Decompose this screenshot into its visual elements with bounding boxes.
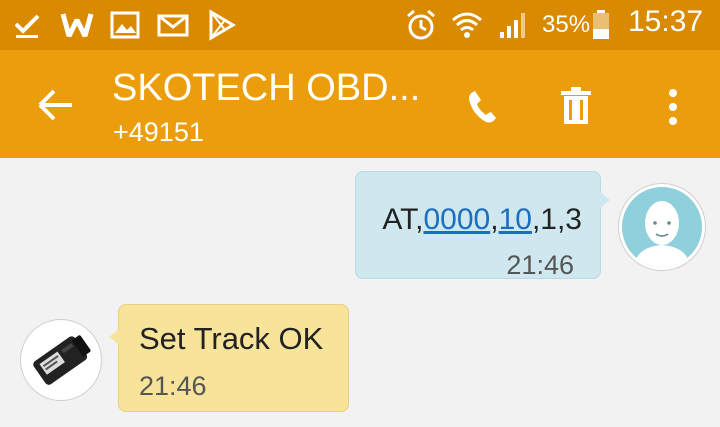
- battery-icon: [593, 10, 609, 39]
- gallery-icon: [110, 11, 140, 39]
- person-face-icon: [634, 201, 690, 267]
- mail-icon: [157, 14, 189, 37]
- outgoing-message-bubble[interactable]: AT,0000,10,1,3 21:46: [355, 171, 610, 280]
- incoming-message-text: Set Track OK: [139, 321, 324, 356]
- app-bar: SKOTECH OBD... +49151: [0, 50, 720, 158]
- signal-icon: [500, 13, 525, 38]
- contact-number: +49151: [113, 117, 204, 147]
- contact-avatar[interactable]: [20, 319, 102, 401]
- overflow-menu-icon[interactable]: [648, 82, 698, 132]
- play-store-icon: [209, 9, 236, 41]
- wifi-icon: [452, 12, 482, 38]
- status-bar: 35% 15:37: [0, 0, 720, 50]
- message-link[interactable]: 0000: [423, 203, 490, 236]
- my-avatar[interactable]: [619, 184, 705, 270]
- back-arrow-icon[interactable]: [28, 80, 84, 130]
- message-link[interactable]: 10: [499, 203, 532, 236]
- battery-percent: 35%: [542, 11, 591, 38]
- obd-device-icon: [33, 335, 91, 385]
- download-done-icon: [14, 14, 40, 38]
- incoming-message-time: 21:46: [139, 371, 207, 401]
- phone-icon[interactable]: [460, 82, 510, 132]
- outgoing-message-text: AT,0000,10,1,3: [382, 203, 582, 236]
- w-app-icon: [60, 13, 94, 38]
- contact-title[interactable]: SKOTECH OBD...: [112, 66, 420, 110]
- trash-icon[interactable]: [551, 82, 601, 132]
- incoming-message-bubble[interactable]: Set Track OK 21:46: [109, 304, 349, 412]
- conversation: AT,0000,10,1,3 21:46 Set Track OK 21:46: [0, 158, 720, 427]
- outgoing-message-time: 21:46: [506, 250, 574, 280]
- alarm-icon: [407, 9, 435, 40]
- status-time: 15:37: [628, 5, 704, 38]
